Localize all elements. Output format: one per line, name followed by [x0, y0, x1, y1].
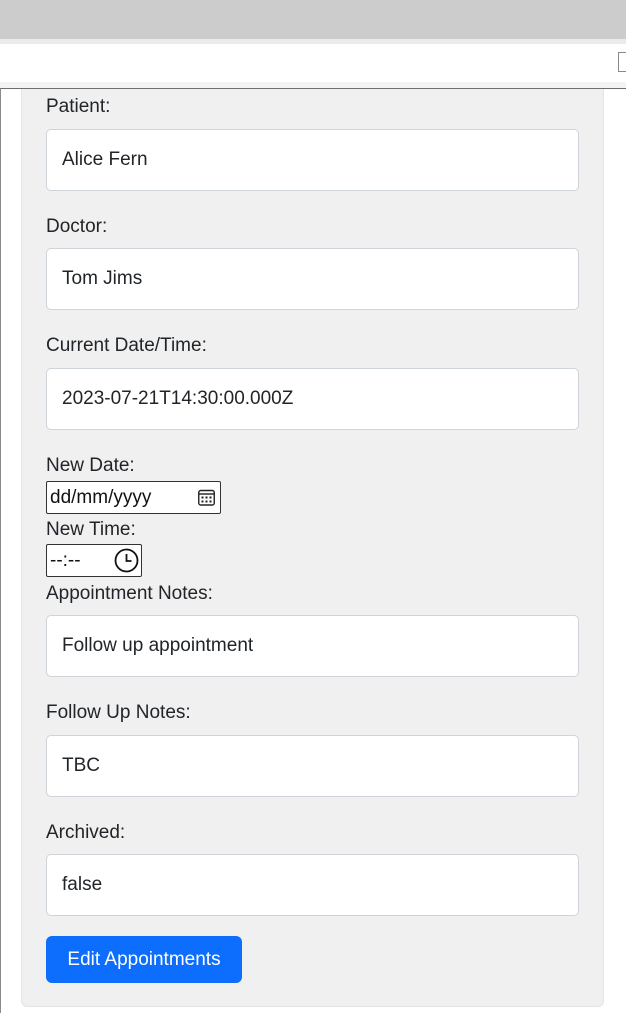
new-time-label: New Time:	[46, 519, 136, 540]
appointment-notes-field[interactable]: Follow up appointment	[46, 615, 579, 677]
edit-appointments-button[interactable]: Edit Appointments	[46, 936, 242, 983]
current-datetime-label: Current Date/Time:	[46, 335, 207, 356]
new-time-placeholder: --:--	[50, 550, 81, 571]
appointment-notes-label: Appointment Notes:	[46, 583, 213, 604]
new-time-input[interactable]: --:--	[46, 544, 142, 577]
new-date-label: New Date:	[46, 455, 135, 476]
follow-up-notes-label: Follow Up Notes:	[46, 702, 191, 723]
doctor-label: Doctor:	[46, 216, 108, 237]
follow-up-notes-field[interactable]: TBC	[46, 735, 579, 797]
browser-edge-icon	[618, 52, 626, 72]
page-viewport: Patient: Alice Fern Doctor: Tom Jims Cur…	[0, 88, 626, 1013]
browser-address-bar[interactable]	[0, 44, 626, 82]
patient-label: Patient:	[46, 96, 111, 117]
current-datetime-field[interactable]: 2023-07-21T14:30:00.000Z	[46, 368, 579, 430]
archived-label: Archived:	[46, 822, 126, 843]
new-date-placeholder: dd/mm/yyyy	[50, 487, 152, 508]
doctor-field[interactable]: Tom Jims	[46, 248, 579, 310]
calendar-icon[interactable]	[198, 489, 215, 506]
clock-icon[interactable]	[114, 548, 139, 573]
new-date-input[interactable]: dd/mm/yyyy	[46, 481, 221, 514]
archived-field[interactable]: false	[46, 854, 579, 916]
patient-field[interactable]: Alice Fern	[46, 129, 579, 191]
browser-titlebar	[0, 0, 626, 39]
